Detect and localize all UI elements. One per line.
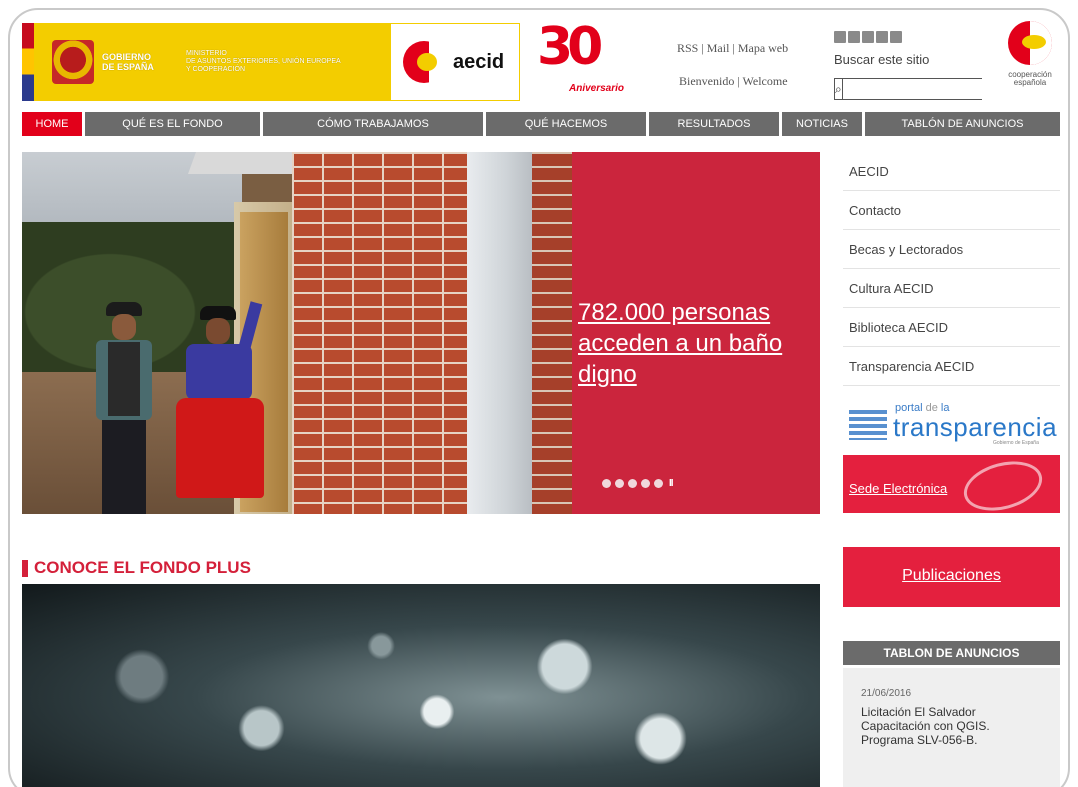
gov-line-2: DE ESPAÑA <box>102 62 154 72</box>
publicaciones-label: Publicaciones <box>902 567 1001 584</box>
sidebar-link-transparencia[interactable]: Transparencia AECID <box>843 347 1060 386</box>
publicaciones-banner[interactable]: Publicaciones <box>843 547 1060 607</box>
slide-brick-wall <box>292 152 467 514</box>
facebook-icon[interactable] <box>862 31 874 43</box>
nav-noticias[interactable]: NOTICIAS <box>782 112 862 136</box>
nav-que-es-el-fondo[interactable]: QUÉ ES EL FONDO <box>85 112 260 136</box>
slider-dot[interactable] <box>654 479 663 488</box>
anniversary-label: Aniversario <box>569 83 625 94</box>
tablon-item-link[interactable]: Licitación El Salvador Capacitación con … <box>861 705 1042 747</box>
sede-electronica-banner[interactable]: Sede Electrónica <box>843 455 1060 513</box>
aecid-logo[interactable]: aecid <box>390 23 520 101</box>
slide-title-link[interactable]: 782.000 personas acceden a un baño digno <box>578 297 818 390</box>
sidebar-link-biblioteca[interactable]: Biblioteca AECID <box>843 308 1060 347</box>
cooperacion-label: cooperación española <box>1000 71 1060 87</box>
slide-person-man <box>84 302 164 514</box>
government-label: GOBIERNO DE ESPAÑA <box>102 52 172 72</box>
search-label: Buscar este sitio <box>834 52 930 67</box>
section-title-text: CONOCE EL FONDO PLUS <box>34 558 251 577</box>
youtube-icon[interactable] <box>834 31 846 43</box>
anniversary-logo: 30 Aniversario <box>537 21 627 101</box>
nav-que-hacemos[interactable]: QUÉ HACEMOS <box>486 112 646 136</box>
slide-pillar <box>467 152 532 514</box>
tablon-date: 21/06/2016 <box>861 688 912 699</box>
sede-label: Sede Electrónica <box>849 481 948 496</box>
pause-icon[interactable]: II <box>669 478 673 489</box>
aecid-wordmark: aecid <box>453 50 505 73</box>
ministry-line-1: MINISTERIO <box>186 50 227 57</box>
social-icons <box>834 31 902 43</box>
nav-como-trabajamos[interactable]: CÓMO TRABAJAMOS <box>263 112 483 136</box>
portal-sub-label: Gobierno de España <box>993 440 1039 446</box>
tablon-body: 21/06/2016 Licitación El Salvador Capaci… <box>843 668 1060 787</box>
slider-dot[interactable] <box>602 479 611 488</box>
top-links: RSS | Mail | Mapa web Bienvenido | Welco… <box>677 41 788 89</box>
portal-big-label: transparencia <box>893 412 1058 442</box>
slider-dots: II <box>602 478 673 489</box>
sidebar-link-contacto[interactable]: Contacto <box>843 191 1060 230</box>
ministry-line-3: Y COOPERACIÓN <box>186 66 245 73</box>
main-nav: HOME QUÉ ES EL FONDO CÓMO TRABAJAMOS QUÉ… <box>22 112 1060 136</box>
sidebar-link-cultura[interactable]: Cultura AECID <box>843 269 1060 308</box>
twitter-icon[interactable] <box>876 31 888 43</box>
coat-of-arms-icon <box>52 40 94 84</box>
government-banner[interactable]: GOBIERNO DE ESPAÑA MINISTERIO DE ASUNTOS… <box>22 23 390 101</box>
search-icon[interactable]: ⌕ <box>835 79 843 99</box>
ministry-label: MINISTERIO DE ASUNTOS EXTERIORES, UNIÓN … <box>186 50 361 74</box>
nav-home[interactable]: HOME <box>22 112 82 136</box>
language-links[interactable]: Bienvenido | Welcome <box>679 74 788 89</box>
ministry-line-2: DE ASUNTOS EXTERIORES, UNIÓN EUROPEA <box>186 58 341 65</box>
nav-tablon-de-anuncios[interactable]: TABLÓN DE ANUNCIOS <box>865 112 1060 136</box>
slider-dot[interactable] <box>615 479 624 488</box>
section-title-marker <box>22 559 28 577</box>
cooperacion-espanola-logo[interactable]: cooperación española <box>1000 21 1060 87</box>
search-box: ⌕ <box>834 78 1001 100</box>
portal-transparencia-banner[interactable]: portal de la transparencia Gobierno de E… <box>843 396 1060 448</box>
cooperacion-logo-icon <box>1008 21 1052 65</box>
slider-dot[interactable] <box>628 479 637 488</box>
sidebar: AECID Contacto Becas y Lectorados Cultur… <box>843 152 1060 386</box>
site-header: GOBIERNO DE ESPAÑA MINISTERIO DE ASUNTOS… <box>22 15 1062 105</box>
fondo-plus-image[interactable] <box>22 584 820 787</box>
search-input[interactable] <box>842 79 1001 99</box>
slide-brick-wall-2 <box>532 152 572 514</box>
sidebar-link-aecid[interactable]: AECID <box>843 152 1060 191</box>
section-title: CONOCE EL FONDO PLUS <box>22 558 251 578</box>
coop-line-2: española <box>1013 78 1047 87</box>
gov-line-1: GOBIERNO <box>102 52 152 62</box>
hero-slider[interactable]: 782.000 personas acceden a un baño digno… <box>22 152 820 514</box>
sidebar-link-becas[interactable]: Becas y Lectorados <box>843 230 1060 269</box>
anniversary-number: 30 <box>537 17 603 77</box>
sede-decoration <box>958 455 1048 513</box>
aecid-logo-icon <box>403 41 449 83</box>
tablon-header: TABLON DE ANUNCIOS <box>843 641 1060 665</box>
spain-flag-strip <box>22 23 34 101</box>
utility-links[interactable]: RSS | Mail | Mapa web <box>677 41 788 56</box>
slide-person-woman <box>170 301 270 514</box>
slider-dot[interactable] <box>641 479 650 488</box>
instagram-icon[interactable] <box>890 31 902 43</box>
nav-resultados[interactable]: RESULTADOS <box>649 112 779 136</box>
flickr-icon[interactable] <box>848 31 860 43</box>
portal-bars-icon <box>849 410 887 440</box>
